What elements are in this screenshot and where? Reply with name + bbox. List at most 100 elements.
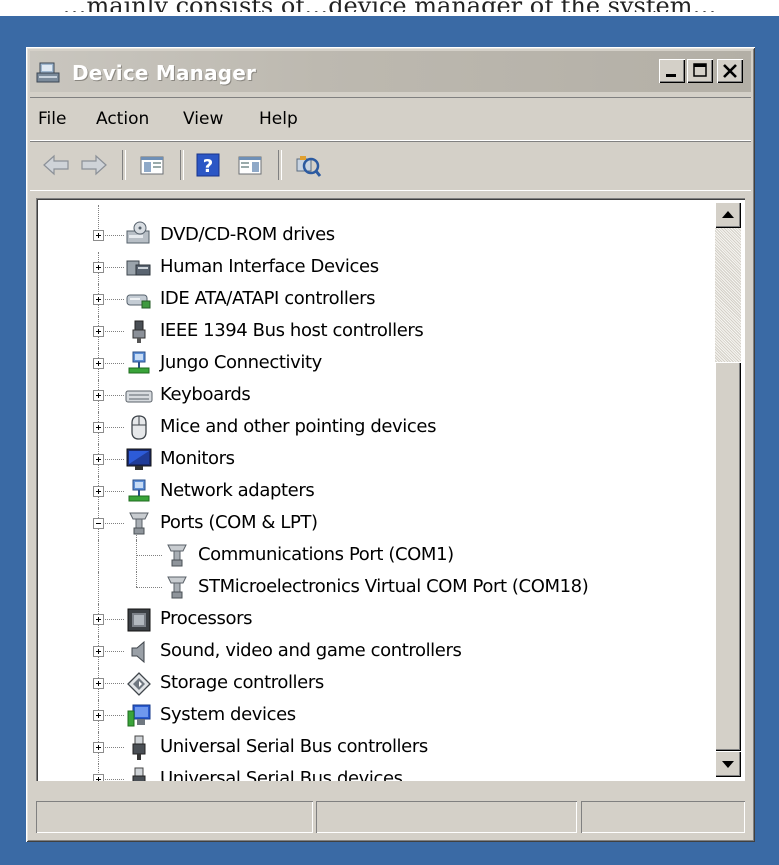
ieee1394-icon [132,320,146,343]
device-tree: DVD/CD-ROM drives Human Interface Devices… [36,198,745,781]
expand-icon[interactable] [93,294,104,305]
network-device-icon [128,351,150,374]
tree-connector-line [98,540,100,572]
menu-file[interactable]: File [38,109,66,129]
tree-child-node[interactable]: Communications Port (COM1) [36,540,716,572]
system-device-icon [127,704,151,727]
minimize-button[interactable] [659,59,685,83]
menu-view[interactable]: View [183,109,223,129]
window-title: Device Manager [72,61,257,85]
scroll-up-button[interactable] [715,202,741,228]
maximize-button[interactable] [687,59,713,83]
properties-pane-icon[interactable] [136,150,168,180]
menu-help[interactable]: Help [259,109,298,129]
expand-icon[interactable] [93,614,104,625]
status-bar [36,799,745,835]
expand-icon[interactable] [93,326,104,337]
tree-node-label: Monitors [160,448,235,469]
expand-icon[interactable] [93,454,104,465]
forward-icon[interactable] [78,150,110,180]
tree-node-label: DVD/CD-ROM drives [160,224,335,245]
tree-node-label: Mice and other pointing devices [160,416,437,437]
tree-node[interactable]: IEEE 1394 Bus host controllers [36,316,716,348]
status-panel-2 [316,801,577,833]
tree-node-label: Communications Port (COM1) [198,544,454,565]
toolbar: ? [30,141,751,191]
network-adapter-icon [128,479,150,502]
expand-icon[interactable] [93,390,104,401]
desktop-background: Device Manager File Action View Help ? D… [0,16,779,865]
tree-node[interactable]: Universal Serial Bus controllers [36,732,716,764]
tree-node-label: System devices [160,704,296,725]
tree-node[interactable]: Ports (COM & LPT) [36,508,716,540]
scrollbar-thumb[interactable] [715,362,741,751]
tree-node-label: Human Interface Devices [160,256,379,277]
title-bar[interactable]: Device Manager [30,51,751,92]
tree-node[interactable]: Universal Serial Bus devices [36,764,716,781]
tree-node[interactable]: DVD/CD-ROM drives [36,205,716,250]
help-icon[interactable]: ? [192,150,224,180]
device-manager-icon [36,62,60,83]
monitor-icon [126,448,152,470]
tree-node-label: Universal Serial Bus controllers [160,736,428,757]
status-panel-1 [36,801,313,833]
close-button[interactable] [717,59,743,83]
mouse-icon [131,415,147,440]
menu-action[interactable]: Action [96,109,149,129]
tree-child-node[interactable]: STMicroelectronics Virtual COM Port (COM… [36,572,716,604]
tree-node[interactable]: Keyboards [36,380,716,412]
processor-icon [127,608,151,632]
tree-node-label: Sound, video and game controllers [160,640,462,661]
collapse-icon[interactable] [93,518,104,529]
expand-icon[interactable] [93,774,104,781]
ide-controller-icon [126,294,151,309]
status-panel-3 [581,801,745,833]
expand-icon[interactable] [93,678,104,689]
tree-node[interactable]: Network adapters [36,476,716,508]
vertical-scrollbar[interactable] [715,202,741,777]
up-arrow-icon [722,211,734,218]
tree-node-label: Processors [160,608,253,629]
port-icon [167,544,187,567]
toolbar-separator [278,150,282,180]
expand-icon[interactable] [93,262,104,273]
menu-bar: File Action View Help [30,97,751,141]
tree-node[interactable]: Human Interface Devices [36,252,716,284]
expand-icon[interactable] [93,486,104,497]
maximize-icon [693,63,707,77]
tree-node[interactable]: Sound, video and game controllers [36,636,716,668]
expand-icon[interactable] [93,422,104,433]
scroll-down-button[interactable] [715,751,741,777]
expand-icon[interactable] [93,230,104,241]
usb-icon [132,767,146,781]
down-arrow-icon [722,761,734,768]
expand-icon[interactable] [93,742,104,753]
keyboard-icon [125,390,153,403]
storage-controller-icon [127,672,151,696]
port-icon [167,576,187,599]
minimize-icon [666,74,676,77]
close-icon [723,64,737,78]
tree-node[interactable]: Monitors [36,444,716,476]
expand-icon[interactable] [93,710,104,721]
svg-text:?: ? [203,156,213,177]
tree-node-label: Universal Serial Bus devices [160,768,403,781]
action-pane-icon[interactable] [234,150,266,180]
tree-node[interactable]: System devices [36,700,716,732]
tree-node[interactable]: IDE ATA/ATAPI controllers [36,284,716,316]
tree-node[interactable]: Mice and other pointing devices [36,412,716,444]
tree-node-label: IDE ATA/ATAPI controllers [160,288,376,309]
expand-icon[interactable] [93,358,104,369]
expand-icon[interactable] [93,646,104,657]
tree-node-label: Network adapters [160,480,315,501]
toolbar-separator [122,150,126,180]
tree-node[interactable]: Storage controllers [36,668,716,700]
speaker-icon [131,640,145,664]
back-icon[interactable] [40,150,72,180]
tree-node-label: Keyboards [160,384,251,405]
tree-node[interactable]: Processors [36,604,716,636]
tree-connector-line [136,572,138,587]
scan-hardware-icon[interactable] [292,150,324,180]
tree-node[interactable]: Jungo Connectivity [36,348,716,380]
tree-connector-line [136,555,162,557]
